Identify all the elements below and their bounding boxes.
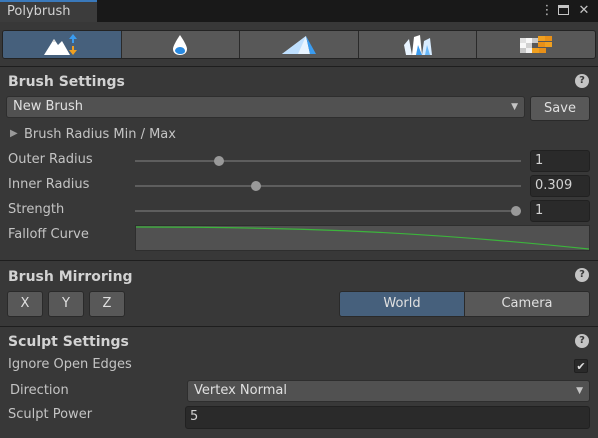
mode-toolbar [2,30,596,59]
help-icon[interactable]: ? [575,334,589,348]
space-world-button[interactable]: World [340,292,465,316]
ignore-open-edges-label: Ignore Open Edges [8,357,132,372]
mirror-y-button[interactable]: Y [48,291,84,317]
maximize-icon[interactable] [558,5,569,15]
chevron-down-icon: ▼ [511,102,518,112]
section-divider [0,326,598,327]
space-camera-button[interactable]: Camera [465,292,589,316]
foldout-arrow-icon[interactable]: ▶ [10,128,18,139]
checkmark-icon: ✔ [576,360,586,373]
sculpt-settings-title: Sculpt Settings [8,334,129,350]
falloff-curve-label: Falloff Curve [8,227,89,242]
direction-label: Direction [10,383,69,398]
brush-preset-dropdown[interactable]: New Brush ▼ [6,96,525,118]
strength-slider-handle[interactable] [511,206,521,216]
strength-slider-track[interactable] [135,210,521,212]
outer-radius-slider-handle[interactable] [213,156,224,166]
section-divider [0,66,598,67]
mirror-z-button[interactable]: Z [89,291,125,317]
help-icon[interactable]: ? [575,74,589,88]
inner-radius-label: Inner Radius [8,177,90,192]
tool-paint-mode[interactable] [240,31,359,58]
mountain-raise-icon [43,33,77,55]
help-icon[interactable]: ? [575,268,589,282]
sculpt-power-field[interactable]: 5 [185,406,590,429]
mirror-x-button[interactable]: X [7,291,43,317]
outer-radius-label: Outer Radius [8,152,93,167]
tool-prefab-mode[interactable] [359,31,478,58]
falloff-curve-field[interactable] [135,225,590,251]
brush-radius-foldout[interactable]: Brush Radius Min / Max [24,127,176,142]
section-divider [0,260,598,261]
tool-sculpt-mode[interactable] [3,31,122,58]
save-button[interactable]: Save [530,96,590,121]
paint-prism-icon [281,35,316,54]
direction-value: Vertex Normal [194,383,287,398]
window-title: Polybrush [7,4,71,19]
inner-radius-field[interactable]: 0.309 [530,175,590,197]
mirror-space-toggle: World Camera [339,291,590,317]
inner-radius-slider-track[interactable] [135,185,521,187]
brush-settings-title: Brush Settings [8,74,125,90]
water-drop-icon [173,34,188,55]
tool-smooth-mode[interactable] [122,31,241,58]
strength-label: Strength [8,202,65,217]
strength-field[interactable]: 1 [530,200,590,222]
window-tab[interactable]: Polybrush [0,0,97,22]
more-options-icon[interactable]: ⋮ [539,0,555,22]
tool-texture-mode[interactable] [477,31,595,58]
texture-blocks-icon [520,35,553,53]
outer-radius-field[interactable]: 1 [530,150,590,172]
inner-radius-slider-handle[interactable] [251,181,262,191]
brush-mirroring-title: Brush Mirroring [8,269,133,285]
outer-radius-slider-track[interactable] [135,160,521,162]
crystals-icon [403,34,432,55]
sculpt-power-label: Sculpt Power [8,407,93,422]
brush-preset-value: New Brush [13,99,84,114]
ignore-open-edges-checkbox[interactable]: ✔ [574,359,588,373]
direction-dropdown[interactable]: Vertex Normal ▼ [187,380,590,402]
chevron-down-icon: ▼ [576,386,583,396]
close-icon[interactable]: ✕ [576,0,592,22]
